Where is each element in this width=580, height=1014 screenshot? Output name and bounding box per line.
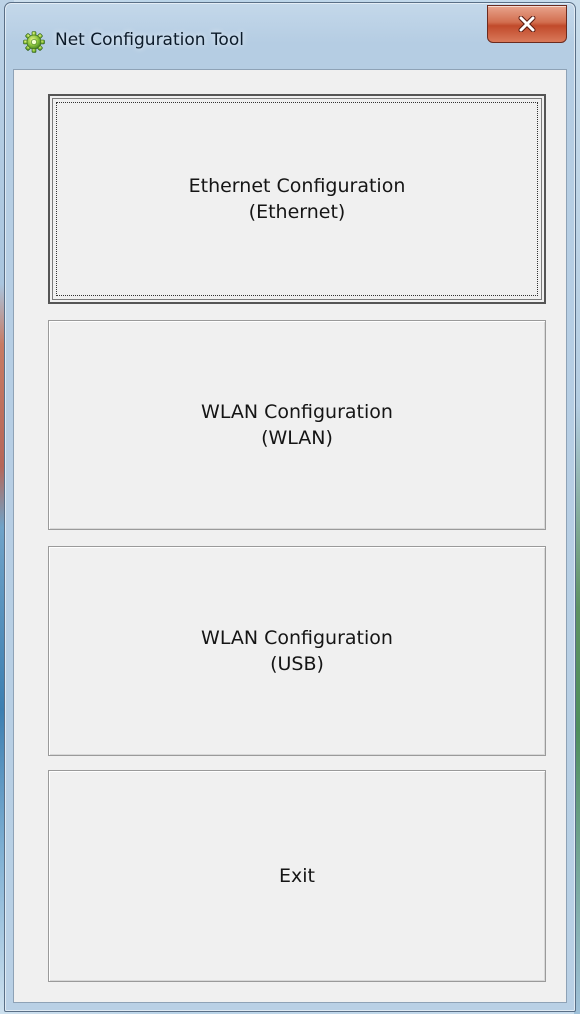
wlan-button-sublabel: (WLAN) xyxy=(261,427,333,449)
wlan-usb-button-label: WLAN Configuration xyxy=(201,627,393,649)
client-area: Ethernet Configuration (Ethernet) WLAN C… xyxy=(13,69,567,1003)
window-title: Net Configuration Tool xyxy=(55,30,244,50)
wlan-configuration-button[interactable]: WLAN Configuration (WLAN) xyxy=(48,320,546,530)
close-button[interactable] xyxy=(487,5,567,43)
wlan-usb-configuration-button[interactable]: WLAN Configuration (USB) xyxy=(48,546,546,756)
exit-button[interactable]: Exit xyxy=(48,770,546,982)
close-icon xyxy=(518,16,536,32)
wlan-button-label: WLAN Configuration xyxy=(201,401,393,423)
title-bar[interactable]: Net Configuration Tool xyxy=(5,3,575,69)
ethernet-button-sublabel: (Ethernet) xyxy=(248,201,346,223)
exit-button-label: Exit xyxy=(279,865,315,887)
net-config-window: Net Configuration Tool Ethernet Configur… xyxy=(4,2,576,1012)
ethernet-configuration-button[interactable]: Ethernet Configuration (Ethernet) xyxy=(48,94,546,304)
gear-app-icon xyxy=(23,31,45,53)
ethernet-button-label: Ethernet Configuration xyxy=(188,175,406,197)
wlan-usb-button-sublabel: (USB) xyxy=(270,653,324,675)
